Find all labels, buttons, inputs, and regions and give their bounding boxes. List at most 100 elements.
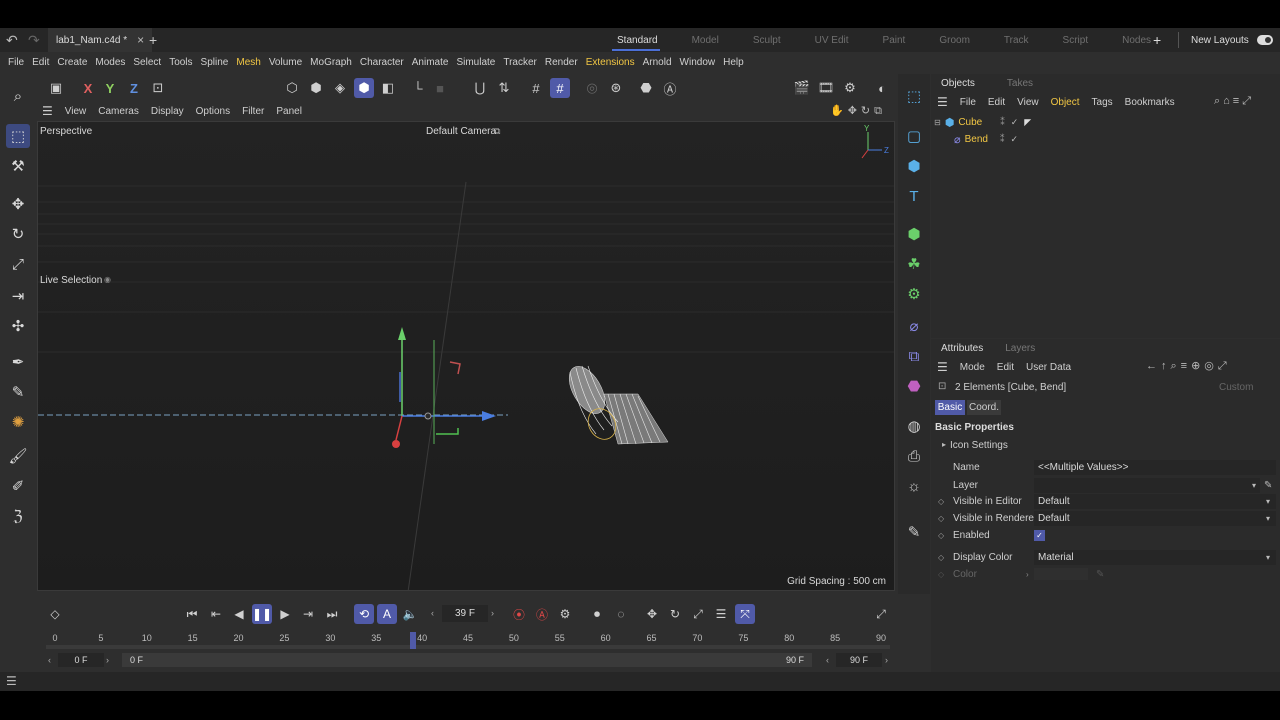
timeline-playhead[interactable] — [409, 632, 416, 649]
viewport-menu-filter[interactable]: Filter — [242, 106, 264, 117]
texture-mode-icon[interactable]: ■ — [430, 78, 450, 98]
fracture-icon[interactable]: ⚙ — [902, 282, 926, 306]
viewport-menu-panel[interactable]: Panel — [276, 106, 302, 117]
rotate-icon[interactable]: ↻ — [6, 222, 30, 246]
objects-toolbar-icons[interactable]: ⌕⌂≡⤢ — [1214, 95, 1254, 108]
layout-script[interactable]: Script — [1063, 35, 1089, 46]
custom-label[interactable]: Custom — [1219, 382, 1253, 393]
tab-attributes[interactable]: Attributes — [941, 343, 983, 354]
viewport-menu-options[interactable]: Options — [196, 106, 230, 117]
visibility-dots-icon[interactable]: ⁑ — [1000, 134, 1005, 145]
camera-icon[interactable]: ⎙ — [902, 444, 926, 468]
status-menu-icon[interactable]: ☰ — [6, 674, 17, 688]
enabled-check-icon[interactable]: ✓ — [1010, 134, 1018, 145]
subtab-basic[interactable]: Basic — [935, 400, 965, 415]
objects-menu-tags[interactable]: Tags — [1092, 97, 1113, 108]
end-decrement-icon[interactable]: ‹ — [826, 655, 829, 665]
close-tab-icon[interactable]: × — [137, 33, 144, 47]
menu-spline[interactable]: Spline — [201, 57, 229, 68]
current-frame-field[interactable]: 39 F — [442, 605, 488, 622]
eyedropper-icon[interactable]: ✐ — [6, 474, 30, 498]
objects-menu-bookmarks[interactable]: Bookmarks — [1125, 97, 1175, 108]
objects-menu-edit[interactable]: Edit — [988, 97, 1005, 108]
viewport-camera-name[interactable]: Default Camera — [426, 126, 496, 137]
menu-help[interactable]: Help — [723, 57, 744, 68]
enabled-check-icon[interactable]: ✓ — [1011, 117, 1019, 128]
attributes-nav-icons[interactable]: ←↑⌕≡⊕◎⤢ — [1146, 359, 1231, 373]
autokey-icon[interactable]: Ⓐ — [532, 604, 552, 624]
keyframe-diamond-icon[interactable]: ◇ — [938, 497, 944, 506]
object-name-bend[interactable]: Bend — [965, 134, 988, 145]
keyframe-diamond-icon[interactable]: ◇ — [938, 531, 944, 540]
menu-extensions[interactable]: Extensions — [586, 57, 635, 68]
add-layout-icon[interactable]: + — [1153, 32, 1161, 48]
loop-icon[interactable]: ⟲ — [354, 604, 374, 624]
phong-tag-icon[interactable]: ◤ — [1024, 117, 1031, 128]
start-increment-icon[interactable]: › — [106, 655, 109, 665]
attr-display-color-select[interactable]: Material — [1034, 549, 1276, 565]
menu-arnold[interactable]: Arnold — [643, 57, 672, 68]
frame-increment-icon[interactable]: › — [491, 608, 494, 618]
axis-mode-icon[interactable]: └ — [408, 78, 428, 98]
attr-name-field[interactable]: <<Multiple Values>> — [1034, 459, 1276, 475]
layout-nodes[interactable]: Nodes — [1122, 35, 1151, 46]
selection-filter-icon[interactable]: ⚒ — [6, 154, 30, 178]
layout-groom[interactable]: Groom — [939, 35, 970, 46]
model-mode-icon[interactable]: ⬢ — [354, 78, 374, 98]
min-frame-field[interactable]: 0 F — [58, 653, 104, 667]
scale-icon[interactable]: ⤢ — [6, 252, 30, 276]
subtab-coord[interactable]: Coord. — [967, 400, 1001, 415]
key-settings-icon[interactable]: ⚙ — [555, 604, 575, 624]
previous-frame-icon[interactable]: ◀ — [229, 604, 249, 624]
tab-layers[interactable]: Layers — [1005, 343, 1035, 354]
attr-visible-editor-select[interactable]: Default — [1034, 493, 1276, 509]
collapse-icon[interactable]: ⊟ — [934, 118, 941, 127]
objects-menu-icon[interactable]: ☰ — [937, 95, 948, 109]
viewport-menu-view[interactable]: View — [65, 106, 87, 117]
z-axis-lock-icon[interactable]: Z — [124, 78, 144, 98]
timeline-expand-icon[interactable]: ⤢ — [871, 604, 891, 624]
live-selection-icon[interactable]: ⬚ — [6, 124, 30, 148]
menu-window[interactable]: Window — [680, 57, 716, 68]
magnet-icon[interactable]: ⋃ — [470, 78, 490, 98]
edges-mode-icon[interactable]: ⬢ — [306, 78, 326, 98]
environment-icon[interactable]: ◍ — [902, 414, 926, 438]
field-icon[interactable]: ⧉ — [902, 344, 926, 368]
tab-takes[interactable]: Takes — [1007, 78, 1033, 89]
motion-clip-icon[interactable]: ◌ — [611, 604, 631, 624]
symmetry-icon[interactable]: ⇅ — [494, 78, 514, 98]
spline-pen-icon[interactable]: ✒ — [6, 350, 30, 374]
new-layouts-label[interactable]: New Layouts — [1191, 35, 1249, 46]
menu-simulate[interactable]: Simulate — [456, 57, 495, 68]
chevron-down-icon[interactable]: ▾ — [1266, 553, 1270, 562]
points-mode-icon[interactable]: ⬡ — [282, 78, 302, 98]
layout-track[interactable]: Track — [1004, 35, 1029, 46]
menu-modes[interactable]: Modes — [95, 57, 125, 68]
knife-icon[interactable]: ℨ — [6, 504, 30, 528]
viewport-menu-display[interactable]: Display — [151, 106, 184, 117]
camera-link-icon[interactable]: ⧉ — [494, 126, 500, 137]
menu-animate[interactable]: Animate — [412, 57, 449, 68]
object-row-bend[interactable]: ⌀ Bend ⁑ ✓ — [944, 131, 1054, 147]
layout-model[interactable]: Model — [692, 35, 719, 46]
workplane-icon[interactable]: # — [550, 78, 570, 98]
axis-move-icon[interactable]: ⇥ — [6, 284, 30, 308]
end-increment-icon[interactable]: › — [885, 655, 888, 665]
go-to-start-icon[interactable]: ⏮ — [182, 604, 202, 624]
plane-object-icon[interactable]: ▢ — [902, 124, 926, 148]
uv-mode-icon[interactable]: ◧ — [378, 78, 398, 98]
snap-settings-icon[interactable]: ⊛ — [606, 78, 626, 98]
transform-icon[interactable]: ✣ — [6, 314, 30, 338]
move-icon[interactable]: ✥ — [6, 192, 30, 216]
timeline-ruler-track[interactable] — [46, 645, 890, 649]
viewport-3d[interactable]: Perspective Default Camera ⧉ Live Select… — [37, 121, 895, 591]
layout-paint[interactable]: Paint — [883, 35, 906, 46]
add-tab-icon[interactable]: + — [149, 32, 157, 48]
render-picture-viewer-icon[interactable]: 🎞 — [816, 78, 836, 98]
cube-object-icon[interactable]: ⬢ — [902, 154, 926, 178]
playback-rate-icon[interactable]: A — [377, 604, 397, 624]
new-layouts-toggle[interactable] — [1257, 35, 1273, 45]
key-pla-icon[interactable]: ⤧ — [735, 604, 755, 624]
polygons-mode-icon[interactable]: ◈ — [330, 78, 350, 98]
layout-standard[interactable]: Standard — [617, 35, 658, 46]
